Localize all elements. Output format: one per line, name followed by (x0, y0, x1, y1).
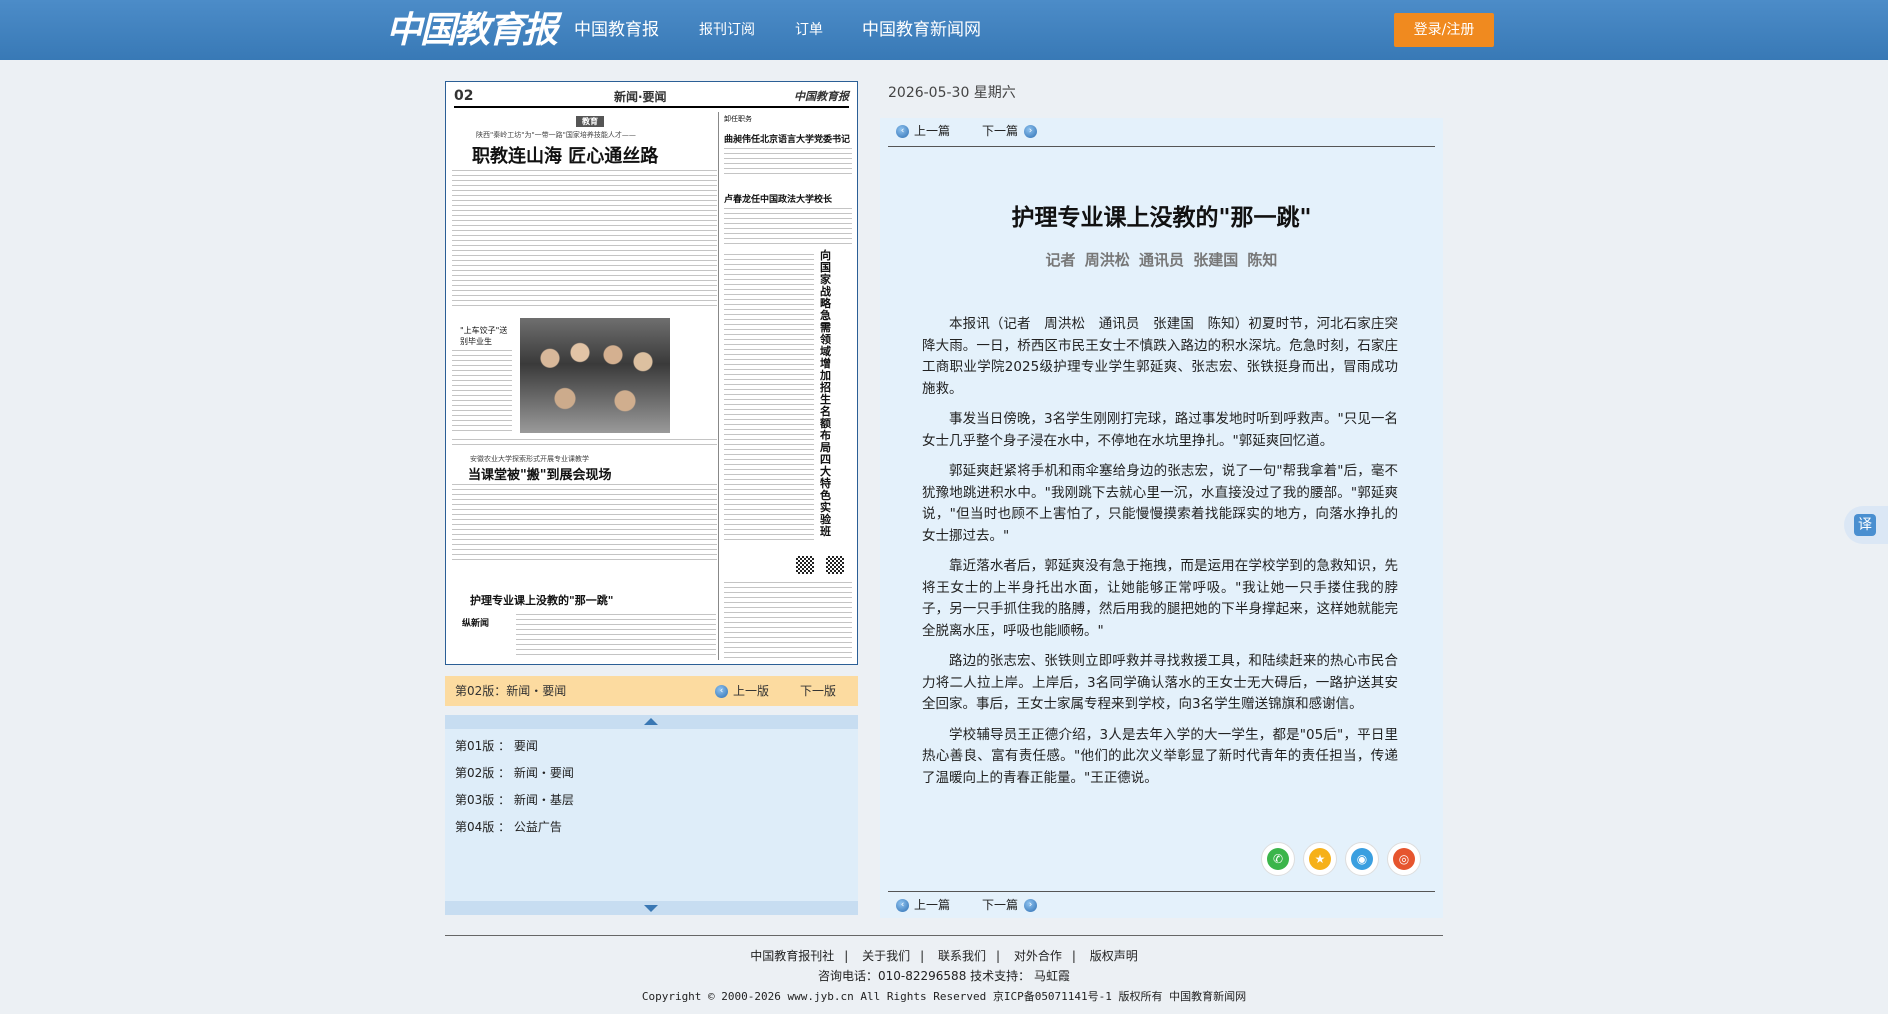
top-navbar: 中国教育报 中国教育报 报刊订阅 订单 中国教育新闻网 登录/注册 (0, 0, 1888, 60)
current-edition-label: 第02版：新闻・要闻 (455, 684, 567, 698)
footer-copyright: Copyright © 2000-2026 www.jyb.cn All Rig… (641, 990, 1247, 1003)
article-paragraph: 郭延爽赶紧将手机和雨伞塞给身边的张志宏，说了一句"帮我拿着"后，毫不犹豫地跳进积… (922, 463, 1398, 544)
next-article-link[interactable]: 下一篇 › (982, 122, 1042, 139)
footer-divider (445, 935, 1443, 936)
article-divider (888, 146, 1435, 147)
paper-masthead: 中国教育报 (794, 90, 849, 103)
paper-headline-1[interactable]: 职教连山海 匠心通丝路 (472, 142, 658, 168)
paper-text-block (452, 484, 717, 560)
arrow-right-icon: › (1024, 125, 1038, 138)
paper-side-column-title: 卸任职务 (724, 115, 752, 123)
paper-qr-code (826, 556, 844, 574)
article-paragraph: 本报讯（记者 周洪松 通讯员 张建国 陈知）初夏时节，河北石家庄突降大雨。一日，… (922, 316, 1398, 397)
share-favorite-button[interactable]: ★ (1303, 842, 1337, 876)
newspaper-page-thumbnail[interactable]: 02 新闻·要闻 中国教育报 教育 陕西"秦岭工坊"为"一带一路"国家培养技能人… (445, 81, 858, 665)
paper-text-block (724, 254, 814, 544)
paper-tag: 教育 (576, 116, 604, 127)
paper-kicker-2: 安徽农业大学探索形式开展专业课教学 (470, 455, 589, 463)
star-icon: ★ (1309, 848, 1331, 870)
paper-text-block (452, 350, 512, 434)
share-qq-button[interactable]: ◉ (1345, 842, 1379, 876)
issue-date: 2026-05-30 星期六 (888, 85, 1016, 101)
share-weibo-button[interactable]: ◎ (1387, 842, 1421, 876)
paper-section: 新闻·要闻 (614, 90, 667, 104)
arrow-left-icon: ‹ (896, 899, 909, 912)
paper-side-headline-1[interactable]: 曲昶伟任北京语言大学党委书记 (724, 132, 850, 145)
arrow-left-icon: ‹ (896, 125, 909, 138)
next-article-link[interactable]: 下一篇 › (982, 896, 1042, 913)
footer-links: 中国教育报刊社 | 关于我们 | 联系我们 | 对外合作 | 版权声明 (750, 949, 1138, 963)
article-paragraph: 事发当日傍晚，3名学生刚刚打完球，路过事发地时听到呼救声。"只见一名女士几乎整个… (922, 411, 1398, 449)
paper-text-block (724, 148, 852, 176)
paper-column-divider (718, 112, 719, 660)
footer-link-contact[interactable]: 联系我们 (938, 949, 986, 963)
paper-text-block (452, 170, 717, 310)
edition-item-01[interactable]: 第01版 ： 要闻 (455, 737, 538, 754)
footer-link-publisher[interactable]: 中国教育报刊社 (750, 949, 834, 963)
article-divider (888, 891, 1435, 892)
article-byline: 记者 周洪松 通讯员 张建国 陈知 (1045, 251, 1278, 269)
paper-text-block (724, 208, 852, 248)
list-scroll-down-button[interactable] (445, 901, 858, 915)
triangle-up-icon (644, 718, 658, 725)
paper-page-number: 02 (454, 88, 474, 104)
translate-float-button[interactable]: 译 (1844, 506, 1888, 544)
login-register-button[interactable]: 登录/注册 (1394, 13, 1494, 47)
paper-headline-2[interactable]: 当课堂被"搬"到展会现场 (468, 464, 612, 483)
site-logo[interactable]: 中国教育报 (386, 8, 558, 52)
edition-item-03[interactable]: 第03版 ： 新闻・基层 (455, 791, 574, 808)
footer-contact: 咨询电话：010-82296588 技术支持： 马虹霞 (818, 969, 1070, 983)
paper-page-header: 02 新闻·要闻 中国教育报 (454, 88, 849, 108)
prev-article-link[interactable]: ‹ 上一篇 (896, 122, 950, 139)
nav-link-news-site[interactable]: 中国教育新闻网 (862, 0, 981, 60)
weibo-icon: ◎ (1393, 848, 1415, 870)
paper-kicker-1: 陕西"秦岭工坊"为"一带一路"国家培养技能人才—— (476, 131, 636, 139)
edition-page-bar: 第02版：新闻・要闻 ‹上一版 下一版› (445, 676, 858, 728)
article-paragraph: 靠近落水者后，郭延爽没有急于拖拽，而是运用在学校学到的急救知识，先将王女士的上半… (922, 558, 1398, 639)
edition-item-04[interactable]: 第04版 ： 公益广告 (455, 818, 562, 835)
nav-link-orders[interactable]: 订单 (795, 0, 823, 60)
paper-headline-3[interactable]: 护理专业课上没教的"那一跳" (470, 592, 613, 608)
qq-icon: ◉ (1351, 848, 1373, 870)
prev-edition-label: 上一版 (733, 684, 770, 698)
article-title: 护理专业课上没教的"那一跳" (1011, 205, 1312, 231)
paper-photo-caption: "上车饺子"送别毕业生 (460, 326, 508, 346)
paper-text-block (724, 582, 852, 658)
paper-text-block (516, 614, 716, 658)
paper-photo (520, 318, 670, 433)
paper-vertical-headline[interactable]: 向国家战略急需领域增加招生名额 布局四大特色实验班 (820, 250, 834, 538)
paper-qr-code (796, 556, 814, 574)
next-edition-label: 下一版 (800, 684, 837, 698)
triangle-down-icon (644, 905, 658, 912)
article-panel: ‹ 上一篇 下一篇 › 护理专业课上没教的"那一跳" 记者 周洪松 通讯员 张建国 … (880, 118, 1443, 918)
next-article-label: 下一篇 (982, 898, 1019, 912)
paper-brand-small: 纵新闻 (462, 619, 490, 629)
nav-link-jyb[interactable]: 中国教育报 (574, 0, 659, 60)
prev-article-label: 上一篇 (914, 124, 951, 138)
footer-link-cooperation[interactable]: 对外合作 (1014, 949, 1062, 963)
wechat-icon: ✆ (1267, 848, 1289, 870)
list-scroll-up-button[interactable] (445, 715, 858, 729)
paper-side-headline-2[interactable]: 卢春龙任中国政法大学校长 (724, 192, 832, 205)
next-article-label: 下一篇 (982, 124, 1019, 138)
prev-article-link[interactable]: ‹ 上一篇 (896, 896, 950, 913)
footer-link-about[interactable]: 关于我们 (862, 949, 910, 963)
article-paragraph: 学校辅导员王正德介绍，3人是去年入学的大一学生，都是"05后"，平日里热心善良、… (922, 726, 1398, 786)
prev-edition-link[interactable]: ‹ 上一版 (715, 676, 769, 706)
share-wechat-button[interactable]: ✆ (1261, 842, 1295, 876)
arrow-left-icon: ‹ (715, 685, 728, 698)
arrow-right-icon: › (1024, 899, 1038, 912)
edition-list: 第01版 ： 要闻 第02版 ： 新闻・要闻 第03版 ： 新闻・基层 第04版… (445, 715, 858, 915)
translate-icon: 译 (1854, 514, 1876, 536)
nav-link-subscribe[interactable]: 报刊订阅 (699, 0, 755, 60)
prev-article-label: 上一篇 (914, 898, 951, 912)
edition-item-02[interactable]: 第02版 ： 新闻・要闻 (455, 764, 574, 781)
paper-text-block (452, 439, 717, 449)
article-paragraph: 路边的张志宏、张铁则立即呼救并寻找救援工具，和陆续赶来的热心市民合力将二人拉上岸… (922, 653, 1398, 712)
article-body: 本报讯（记者 周洪松 通讯员 张建国 陈知）初夏时节，河北石家庄突降大雨。一日，… (922, 314, 1398, 798)
footer-link-copyright[interactable]: 版权声明 (1090, 949, 1138, 963)
